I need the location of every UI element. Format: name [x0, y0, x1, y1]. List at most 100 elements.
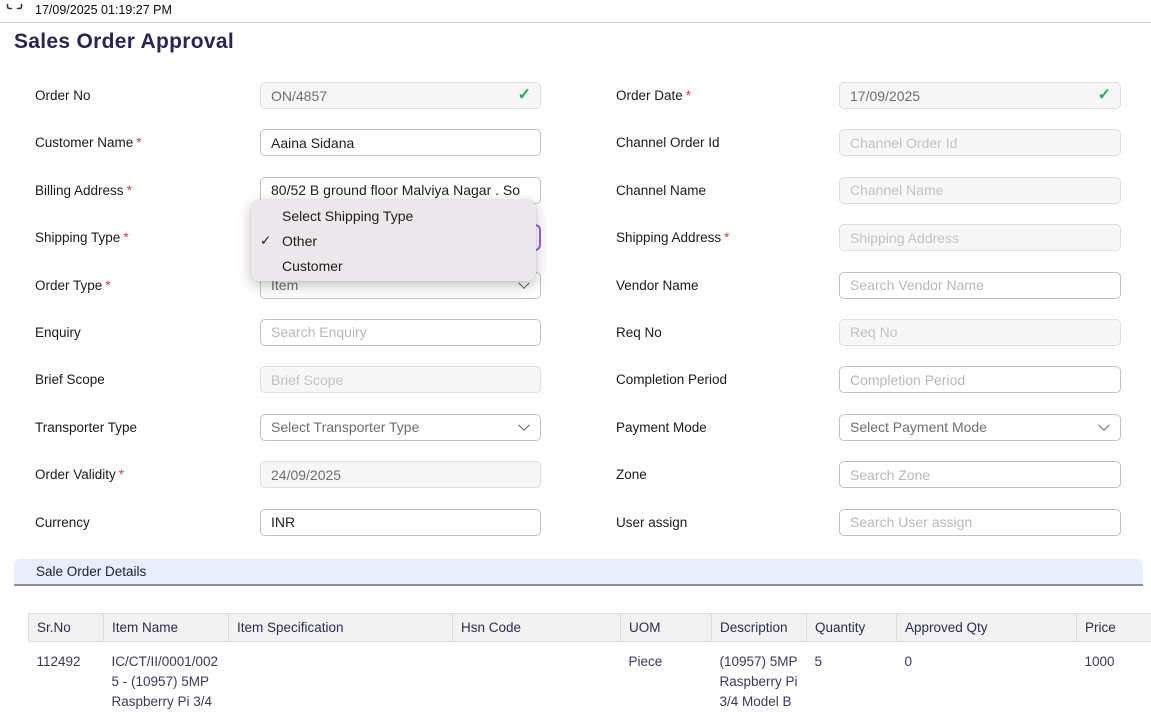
- field-input-wrap: [260, 509, 541, 536]
- dropdown-option-select-shipping-type[interactable]: Select Shipping Type: [251, 203, 536, 228]
- cell-hsn-code: [453, 642, 621, 712]
- valid-check-icon: ✓: [1098, 87, 1111, 103]
- col-header-item-specification: Item Specification: [229, 614, 453, 642]
- field-row-vendor-name: Vendor Name: [616, 272, 1121, 299]
- field-label-brief-scope: Brief Scope: [35, 372, 260, 387]
- required-asterisk: *: [105, 278, 110, 293]
- field-row-user-assign: User assign: [616, 509, 1121, 536]
- sale-order-details-section-header: Sale Order Details: [14, 559, 1143, 586]
- field-input-wrap: [839, 224, 1121, 251]
- label-text: Order Date: [616, 88, 683, 103]
- field-input-wrap: [839, 129, 1121, 156]
- field-input-wrap: [839, 366, 1121, 393]
- channel-order-id-input: [839, 129, 1121, 156]
- field-label-transporter-type: Transporter Type: [35, 420, 260, 435]
- field-row-shipping-address: Shipping Address*: [616, 224, 1121, 251]
- required-asterisk: *: [127, 183, 132, 198]
- select-value: Select Payment Mode: [850, 419, 987, 435]
- shipping-type-dropdown: Select Shipping Type ✓OtherCustomer: [251, 200, 536, 281]
- table-row: 112492IC/CT/II/0001/0025 - (10957) 5MP R…: [29, 642, 1151, 712]
- cell-quantity: 5: [807, 642, 897, 712]
- sale-order-items-table: Sr.NoItem NameItem SpecificationHsn Code…: [28, 613, 1151, 712]
- col-header-uom: UOM: [621, 614, 712, 642]
- brief-scope-input: [260, 366, 541, 393]
- col-header-approved-qty: Approved Qty: [897, 614, 1077, 642]
- field-row-order-no: Order No ✓: [35, 82, 541, 109]
- field-label-zone: Zone: [616, 467, 839, 482]
- field-label-completion-period: Completion Period: [616, 372, 839, 387]
- field-input-wrap: [260, 319, 541, 346]
- dropdown-option-other[interactable]: ✓Other: [251, 228, 536, 253]
- fullscreen-icon[interactable]: [6, 0, 23, 10]
- label-text: Payment Mode: [616, 420, 707, 435]
- cell-sr-no: 112492: [29, 642, 104, 712]
- field-label-enquiry: Enquiry: [35, 325, 260, 340]
- order-validity-input[interactable]: [260, 461, 541, 488]
- order-date-input[interactable]: [839, 82, 1121, 109]
- payment-mode-select[interactable]: Select Payment Mode: [839, 414, 1121, 441]
- completion-period-input[interactable]: [839, 366, 1121, 393]
- enquiry-input[interactable]: [260, 319, 541, 346]
- transporter-type-select[interactable]: Select Transporter Type: [260, 414, 541, 441]
- currency-input[interactable]: [260, 509, 541, 536]
- selected-check-icon: ✓: [260, 233, 271, 249]
- field-input-wrap: [260, 366, 541, 393]
- field-label-billing-address: Billing Address*: [35, 183, 260, 198]
- vendor-name-input[interactable]: [839, 272, 1121, 299]
- form-column-right: Order Date*✓Channel Order IdChannel Name…: [616, 82, 1121, 556]
- label-text: Currency: [35, 515, 90, 530]
- dropdown-option-customer[interactable]: Customer: [251, 253, 536, 278]
- order-no-input[interactable]: [260, 82, 541, 109]
- user-assign-input[interactable]: [839, 509, 1121, 536]
- field-row-customer-name: Customer Name*: [35, 129, 541, 156]
- label-text: Channel Order Id: [616, 135, 720, 150]
- required-asterisk: *: [136, 135, 141, 150]
- label-text: Order No: [35, 88, 91, 103]
- field-label-user-assign: User assign: [616, 515, 839, 530]
- field-row-payment-mode: Payment Mode Select Payment Mode: [616, 414, 1121, 441]
- chevron-down-icon: [1098, 420, 1109, 431]
- field-label-vendor-name: Vendor Name: [616, 278, 839, 293]
- field-label-order-validity: Order Validity*: [35, 467, 260, 482]
- valid-check-icon: ✓: [518, 87, 531, 103]
- field-label-channel-name: Channel Name: [616, 183, 839, 198]
- label-text: Shipping Type: [35, 230, 120, 245]
- top-status-bar: 17/09/2025 01:19:27 PM: [0, 0, 1151, 23]
- label-text: Order Validity: [35, 467, 116, 482]
- field-row-channel-order-id: Channel Order Id: [616, 129, 1121, 156]
- required-asterisk: *: [119, 467, 124, 482]
- cell-price: 1000: [1077, 642, 1151, 712]
- label-text: Transporter Type: [35, 420, 137, 435]
- label-text: Completion Period: [616, 372, 727, 387]
- option-label: Select Shipping Type: [282, 208, 413, 224]
- col-header-item-name: Item Name: [104, 614, 229, 642]
- page-title: Sales Order Approval: [14, 30, 234, 54]
- label-text: User assign: [616, 515, 687, 530]
- field-input-wrap: [839, 319, 1121, 346]
- col-header-quantity: Quantity: [807, 614, 897, 642]
- current-datetime: 17/09/2025 01:19:27 PM: [35, 0, 172, 21]
- zone-input[interactable]: [839, 461, 1121, 488]
- field-row-completion-period: Completion Period: [616, 366, 1121, 393]
- field-input-wrap: Select Payment Mode: [839, 414, 1121, 441]
- customer-name-input[interactable]: [260, 129, 541, 156]
- field-label-shipping-address: Shipping Address*: [616, 230, 839, 245]
- label-text: Req No: [616, 325, 662, 340]
- label-text: Enquiry: [35, 325, 81, 340]
- field-label-currency: Currency: [35, 515, 260, 530]
- field-label-order-no: Order No: [35, 88, 260, 103]
- col-header-hsn-code: Hsn Code: [453, 614, 621, 642]
- shipping-address-input: [839, 224, 1121, 251]
- field-label-order-type: Order Type*: [35, 278, 260, 293]
- label-text: Order Type: [35, 278, 102, 293]
- cell-item-specification: [229, 642, 453, 712]
- field-label-order-date: Order Date*: [616, 88, 839, 103]
- field-input-wrap: ✓: [260, 82, 541, 109]
- field-row-enquiry: Enquiry: [35, 319, 541, 346]
- label-text: Channel Name: [616, 183, 706, 198]
- select-value: Select Transporter Type: [271, 419, 419, 435]
- required-asterisk: *: [724, 230, 729, 245]
- label-text: Customer Name: [35, 135, 133, 150]
- cell-uom: Piece: [621, 642, 712, 712]
- field-input-wrap: ✓: [839, 82, 1121, 109]
